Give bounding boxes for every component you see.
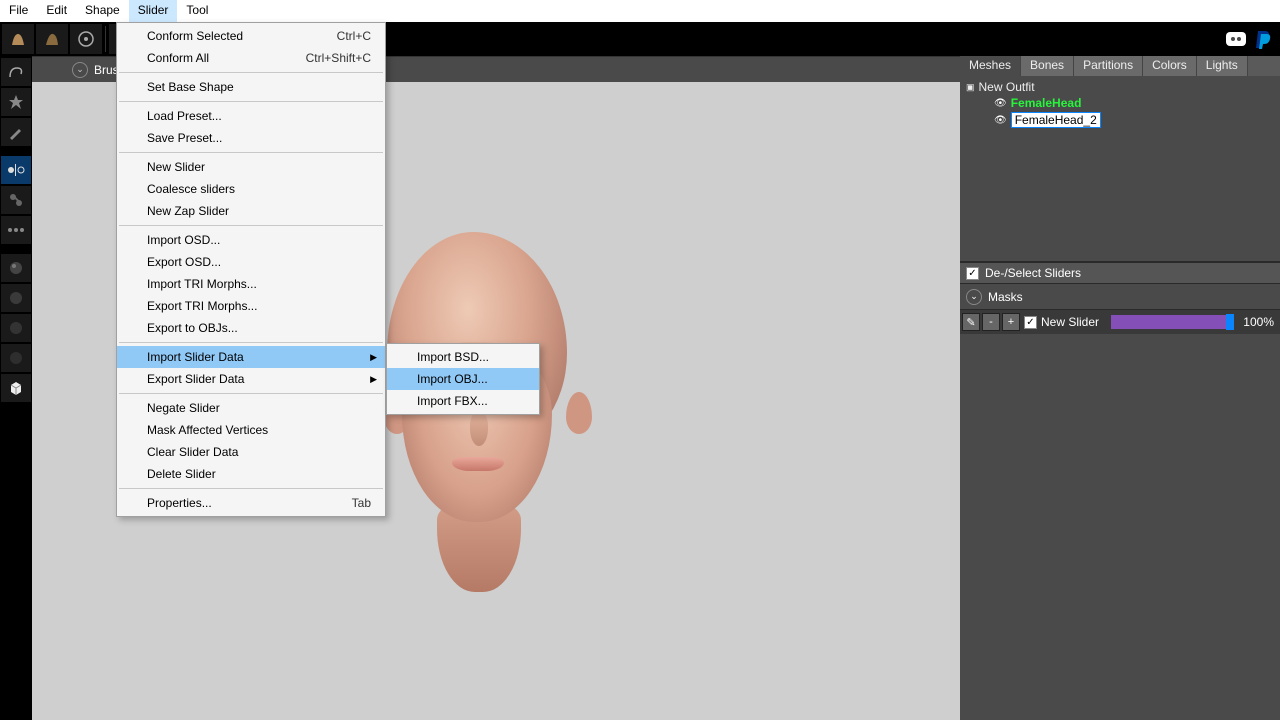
menu-item-conform-all[interactable]: Conform AllCtrl+Shift+C [117, 47, 385, 69]
left-tool-strip [0, 56, 32, 720]
menu-item-export-tri-morphs[interactable]: Export TRI Morphs... [117, 295, 385, 317]
visibility-icon[interactable]: 👁 [994, 115, 1007, 126]
tab-lights[interactable]: Lights [1197, 56, 1248, 76]
deselect-sliders-header[interactable]: De-/Select Sliders [960, 262, 1280, 284]
tool-brush[interactable] [1, 118, 31, 146]
tool-sphere-3[interactable] [1, 314, 31, 342]
slider-dropdown-menu: Conform SelectedCtrl+CConform AllCtrl+Sh… [116, 22, 386, 517]
deselect-label: De-/Select Sliders [985, 266, 1081, 280]
mesh-tree[interactable]: ▣ New Outfit 👁 FemaleHead 👁 FemaleHead_2 [960, 76, 1280, 262]
menu-item-delete-slider[interactable]: Delete Slider [117, 463, 385, 485]
menu-item-export-to-objs[interactable]: Export to OBJs... [117, 317, 385, 339]
tree-root[interactable]: ▣ New Outfit [966, 80, 1274, 94]
paypal-icon[interactable] [1254, 28, 1274, 50]
tab-meshes[interactable]: Meshes [960, 56, 1021, 76]
menu-item-coalesce-sliders[interactable]: Coalesce sliders [117, 178, 385, 200]
tool-sphere-2[interactable] [1, 284, 31, 312]
masks-label: Masks [988, 290, 1023, 304]
visibility-icon[interactable]: 👁 [994, 98, 1007, 109]
slider-plus-button[interactable]: + [1002, 313, 1020, 331]
toolbar-btn-2[interactable] [36, 24, 68, 54]
tool-dots[interactable] [1, 216, 31, 244]
brush-expand-icon[interactable]: ⌄ [72, 62, 88, 78]
slider-minus-button[interactable]: - [982, 313, 1000, 331]
submenu-item-import-obj[interactable]: Import OBJ... [387, 368, 539, 390]
tool-sphere-1[interactable] [1, 254, 31, 282]
tree-collapse-icon[interactable]: ▣ [966, 82, 975, 93]
menu-item-load-preset[interactable]: Load Preset... [117, 105, 385, 127]
submenu-item-import-bsd[interactable]: Import BSD... [387, 346, 539, 368]
menu-item-set-base-shape[interactable]: Set Base Shape [117, 76, 385, 98]
slider-name-label: New Slider [1037, 315, 1107, 329]
slider-edit-button[interactable]: ✎ [962, 313, 980, 331]
menu-item-save-preset[interactable]: Save Preset... [117, 127, 385, 149]
menu-item-import-osd[interactable]: Import OSD... [117, 229, 385, 251]
toolbar-btn-1[interactable] [2, 24, 34, 54]
menu-item-properties[interactable]: Properties...Tab [117, 492, 385, 514]
menu-slider[interactable]: Slider [129, 0, 178, 22]
toolbar-btn-3[interactable] [70, 24, 102, 54]
right-panel: Meshes Bones Partitions Colors Lights ▣ … [960, 56, 1280, 720]
masks-header[interactable]: ⌄ Masks [960, 284, 1280, 310]
menu-item-conform-selected[interactable]: Conform SelectedCtrl+C [117, 25, 385, 47]
import-slider-data-submenu: Import BSD...Import OBJ...Import FBX... [386, 343, 540, 415]
slider-row-new-slider: ✎ - + New Slider 100% [960, 310, 1280, 334]
slider-knob[interactable] [1226, 314, 1234, 330]
tool-star[interactable] [1, 88, 31, 116]
menu-item-new-slider[interactable]: New Slider [117, 156, 385, 178]
menu-item-import-tri-morphs[interactable]: Import TRI Morphs... [117, 273, 385, 295]
submenu-item-import-fbx[interactable]: Import FBX... [387, 390, 539, 412]
tree-root-label: New Outfit [979, 80, 1035, 94]
slider-track[interactable] [1111, 315, 1234, 329]
menu-item-negate-slider[interactable]: Negate Slider [117, 397, 385, 419]
slider-checkbox[interactable] [1024, 316, 1037, 329]
discord-icon[interactable] [1224, 28, 1248, 50]
tool-cube[interactable] [1, 374, 31, 402]
menu-file[interactable]: File [0, 0, 37, 22]
menu-edit[interactable]: Edit [37, 0, 76, 22]
menu-item-clear-slider-data[interactable]: Clear Slider Data [117, 441, 385, 463]
tool-link[interactable] [1, 186, 31, 214]
menu-item-export-slider-data[interactable]: Export Slider Data▶ [117, 368, 385, 390]
menu-shape[interactable]: Shape [76, 0, 129, 22]
tree-item-edit-input[interactable]: FemaleHead_2 [1011, 112, 1101, 128]
menu-tool[interactable]: Tool [177, 0, 217, 22]
tab-partitions[interactable]: Partitions [1074, 56, 1143, 76]
submenu-arrow-icon: ▶ [370, 352, 377, 363]
right-tabs: Meshes Bones Partitions Colors Lights [960, 56, 1280, 76]
tree-item-femalehead[interactable]: 👁 FemaleHead [994, 96, 1274, 110]
tree-item-femalehead-2[interactable]: 👁 FemaleHead_2 [994, 112, 1274, 128]
masks-expand-icon[interactable]: ⌄ [966, 289, 982, 305]
submenu-arrow-icon: ▶ [370, 374, 377, 385]
menu-item-export-osd[interactable]: Export OSD... [117, 251, 385, 273]
menu-item-new-zap-slider[interactable]: New Zap Slider [117, 200, 385, 222]
menu-item-mask-affected-vertices[interactable]: Mask Affected Vertices [117, 419, 385, 441]
menu-item-import-slider-data[interactable]: Import Slider Data▶ [117, 346, 385, 368]
tool-lasso[interactable] [1, 58, 31, 86]
tab-bones[interactable]: Bones [1021, 56, 1074, 76]
menubar: File Edit Shape Slider Tool [0, 0, 1280, 22]
slider-percent: 100% [1238, 315, 1280, 329]
deselect-checkbox[interactable] [966, 267, 979, 280]
tree-item-label: FemaleHead [1011, 96, 1082, 110]
tab-colors[interactable]: Colors [1143, 56, 1197, 76]
tool-sphere-4[interactable] [1, 344, 31, 372]
tool-mirror[interactable] [1, 156, 31, 184]
